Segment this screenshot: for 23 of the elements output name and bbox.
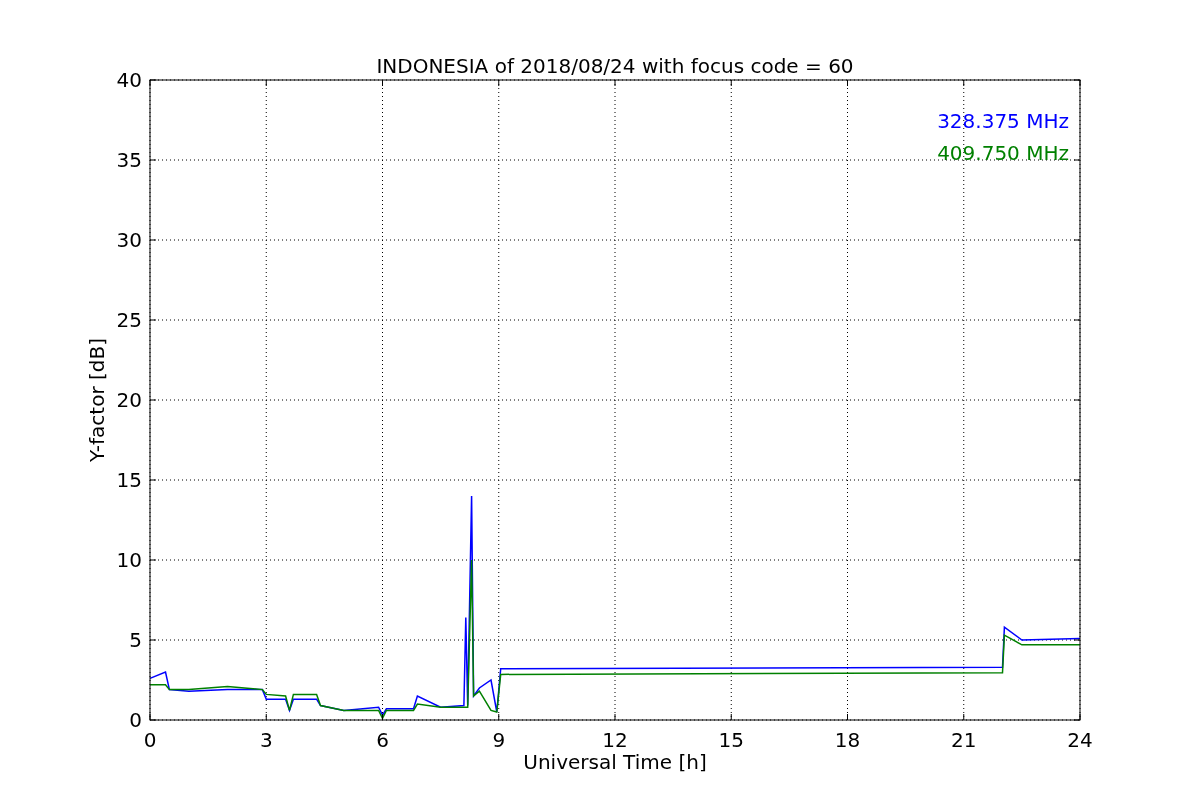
legend-label: 409.750 MHz [937,141,1069,165]
x-tick-label: 15 [718,728,744,752]
y-tick-label: 30 [116,228,142,252]
y-tick-label: 0 [129,708,142,732]
y-tick-label: 10 [116,548,142,572]
y-tick-label: 35 [116,148,142,172]
x-tick-label: 0 [143,728,157,752]
x-tick-label: 24 [1067,728,1093,752]
x-tick-label: 12 [602,728,628,752]
x-tick-label: 21 [951,728,977,752]
chart-title: INDONESIA of 2018/08/24 with focus code = 60 [376,54,854,78]
y-tick-label: 40 [116,68,142,92]
y-axis-label: Y-factor [dB] [85,338,109,462]
x-tick-label: 6 [376,728,389,752]
y-tick-label: 15 [116,468,142,492]
x-tick-label: 9 [492,728,506,752]
y-tick-label: 20 [116,388,142,412]
x-tick-label: 3 [259,728,273,752]
x-tick-label: 18 [834,728,861,752]
x-axis-label: Universal Time [h] [523,750,707,774]
legend-label: 328.375 MHz [937,109,1069,133]
y-tick-label: 5 [129,628,142,652]
y-tick-label: 25 [116,308,142,332]
